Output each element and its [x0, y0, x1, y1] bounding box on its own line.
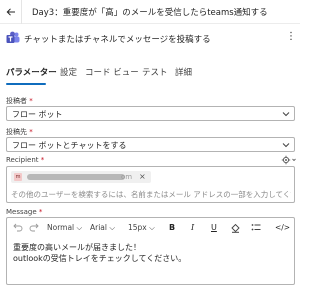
undo-icon[interactable] [13, 223, 23, 232]
gear-icon [281, 155, 296, 165]
close-icon[interactable]: × [139, 172, 146, 181]
arrow-left-icon [6, 7, 15, 16]
italic-button[interactable]: I [191, 223, 194, 232]
paint-bucket-icon[interactable] [231, 223, 240, 233]
font-dropdown[interactable]: Arial ⌵ [90, 223, 115, 233]
more-options-icon[interactable]: ⋮ [286, 32, 296, 42]
message-editor[interactable]: Normal ⌵ Arial ⌵ 15px ⌵ B I U </> 重要度の高い… [6, 217, 295, 285]
redo-icon[interactable] [29, 223, 39, 232]
post-as-dropdown[interactable]: フロー ボット [6, 106, 295, 121]
bulleted-list-icon[interactable] [251, 223, 261, 232]
bold-button[interactable]: B [169, 223, 175, 232]
message-line: 重要度の高いメールが届きました！ [13, 243, 141, 252]
tab-test[interactable]: テスト [142, 66, 168, 78]
tab-parameters[interactable]: パラメーター [6, 66, 57, 78]
recipient-search-placeholder[interactable]: その他のユーザーを検索するには、名前またはメール アドレスの一部を入力してくだ: [11, 189, 291, 200]
message-line: outlookの受信トレイをチェックしてください。 [13, 254, 187, 263]
action-title: チャットまたはチャネルでメッセージを投稿する [24, 35, 211, 45]
top-bar: Day3：重要度が「高」のメールを受信したらteams通知する [0, 0, 300, 24]
action-header: チャットまたはチャネルでメッセージを投稿する ⋮ [0, 24, 300, 52]
active-tab-indicator [6, 83, 46, 85]
post-in-label: 投稿先 * [6, 128, 33, 136]
teams-icon [6, 31, 20, 43]
breadcrumb: Day3：重要度が「高」のメールを受信したらteams通知する [32, 7, 268, 18]
underline-button[interactable]: U [211, 223, 217, 232]
post-as-value: フロー ボット [12, 110, 63, 119]
tab-bar: パラメーター 設定 コード ビュー テスト 詳細 [0, 62, 300, 84]
chevron-down-icon: ⌵ [76, 223, 83, 232]
editor-toolbar: Normal ⌵ Arial ⌵ 15px ⌵ B I U </> [7, 218, 294, 238]
recipient-chip[interactable]: m om × [11, 171, 151, 183]
recipient-label: Recipient * [6, 156, 45, 164]
post-as-label: 投稿者 * [6, 97, 33, 105]
tab-details[interactable]: 詳細 [175, 66, 192, 78]
chevron-down-icon: ⌵ [109, 223, 116, 232]
post-in-value: フロー ボットとチャットをする [12, 141, 127, 150]
recipient-chip-suffix: om [121, 173, 133, 181]
message-label: Message * [6, 208, 43, 216]
recipient-settings-button[interactable] [281, 155, 297, 165]
avatar: m [14, 173, 22, 181]
back-button[interactable] [0, 0, 22, 24]
message-body[interactable]: 重要度の高いメールが届きました！ outlookの受信トレイをチェックしてくださ… [13, 242, 186, 264]
post-in-dropdown[interactable]: フロー ボットとチャットをする [6, 137, 295, 152]
chevron-down-icon [282, 112, 290, 117]
style-dropdown[interactable]: Normal ⌵ [47, 223, 82, 233]
chevron-down-icon [282, 143, 290, 148]
tab-settings[interactable]: 設定 [60, 66, 77, 78]
tab-code-view[interactable]: コード ビュー [85, 66, 139, 78]
font-size-dropdown[interactable]: 15px ⌵ [128, 223, 155, 233]
code-view-button[interactable]: </> [275, 223, 290, 232]
redacted-email [27, 174, 125, 180]
recipient-field[interactable]: m om × その他のユーザーを検索するには、名前またはメール アドレスの一部を… [6, 166, 295, 203]
chevron-down-icon: ⌵ [149, 223, 155, 232]
